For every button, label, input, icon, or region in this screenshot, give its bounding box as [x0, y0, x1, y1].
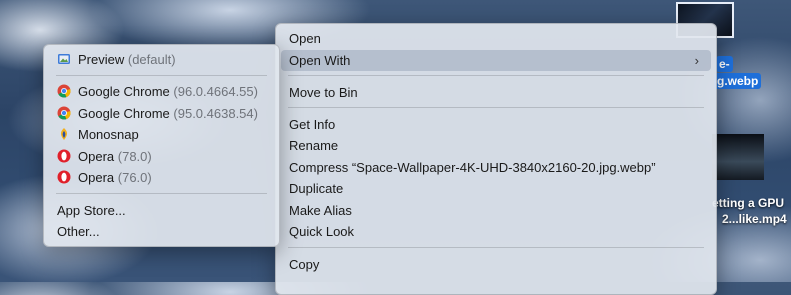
menu-item-label: Get Info: [289, 117, 336, 132]
chrome-icon: [57, 106, 71, 120]
app-detail: (76.0): [117, 170, 152, 185]
app-detail: (95.0.4638.54): [173, 106, 258, 121]
video-file-thumbnail[interactable]: [712, 134, 764, 180]
menu-item-label: Make Alias: [289, 203, 352, 218]
menu-item-label: Open: [289, 31, 321, 46]
menu-item-get-info[interactable]: Get Info: [281, 114, 711, 135]
video-file-label-line2[interactable]: 2...like.mp4: [722, 212, 787, 226]
submenu-item-chrome-95[interactable]: Google Chrome (95.0.4638.54): [49, 103, 274, 124]
submenu-item-monosnap[interactable]: Monosnap: [49, 124, 274, 145]
menu-item-copy[interactable]: Copy: [281, 254, 711, 275]
menu-item-open[interactable]: Open: [281, 28, 711, 49]
chrome-icon: [57, 84, 71, 98]
menu-item-compress[interactable]: Compress “Space-Wallpaper-4K-UHD-3840x21…: [281, 157, 711, 178]
menu-item-duplicate[interactable]: Duplicate: [281, 178, 711, 199]
wallpaper-file-label-line2[interactable]: g.webp: [714, 73, 762, 89]
open-with-submenu: Preview (default) Google Chrome (96.0.46…: [43, 44, 280, 247]
menu-item-rename[interactable]: Rename: [281, 135, 711, 156]
menu-divider: [288, 75, 704, 76]
submenu-item-opera-78[interactable]: Opera (78.0): [49, 146, 274, 167]
wallpaper-file-label-line1[interactable]: e-: [716, 56, 733, 72]
submenu-item-app-store[interactable]: App Store...: [49, 200, 274, 221]
video-file-label-line1[interactable]: etting a GPU: [712, 196, 784, 210]
menu-item-label: Copy: [289, 257, 320, 272]
menu-divider: [288, 247, 704, 248]
submenu-item-preview[interactable]: Preview (default): [49, 49, 274, 70]
submenu-item-opera-76[interactable]: Opera (76.0): [49, 167, 274, 188]
app-detail: (78.0): [117, 149, 152, 164]
submenu-divider: [56, 193, 267, 194]
app-name: Google Chrome: [78, 84, 170, 99]
app-name: Monosnap: [78, 127, 139, 142]
menu-item-label: Duplicate: [289, 181, 344, 196]
other-label: Other...: [57, 224, 100, 239]
menu-item-label: Move to Bin: [289, 85, 358, 100]
menu-item-label: Open With: [289, 53, 351, 68]
opera-icon: [57, 170, 71, 184]
monosnap-icon: [60, 128, 68, 140]
submenu-item-chrome-96[interactable]: Google Chrome (96.0.4664.55): [49, 81, 274, 102]
submenu-divider: [56, 75, 267, 76]
app-name: Opera: [78, 170, 115, 185]
app-detail: (96.0.4664.55): [173, 84, 258, 99]
app-name: Opera: [78, 149, 115, 164]
chevron-right-icon: ›: [694, 53, 699, 68]
menu-item-label: Rename: [289, 138, 339, 153]
context-menu: Open Open With › Move to Bin Get Info Re…: [275, 23, 717, 295]
menu-item-make-alias[interactable]: Make Alias: [281, 200, 711, 221]
menu-item-open-with[interactable]: Open With ›: [281, 50, 711, 71]
menu-item-label: Compress “Space-Wallpaper-4K-UHD-3840x21…: [289, 160, 656, 175]
menu-item-move-to-bin[interactable]: Move to Bin: [281, 82, 711, 103]
menu-item-label: Quick Look: [289, 224, 355, 239]
opera-icon: [57, 149, 71, 163]
menu-item-quick-look[interactable]: Quick Look: [281, 221, 711, 242]
app-name: Google Chrome: [78, 106, 170, 121]
app-store-label: App Store...: [57, 203, 126, 218]
app-detail: (default): [127, 52, 176, 67]
preview-icon: [58, 54, 70, 64]
submenu-item-other[interactable]: Other...: [49, 221, 274, 242]
app-name: Preview: [78, 52, 125, 67]
menu-divider: [288, 107, 704, 108]
